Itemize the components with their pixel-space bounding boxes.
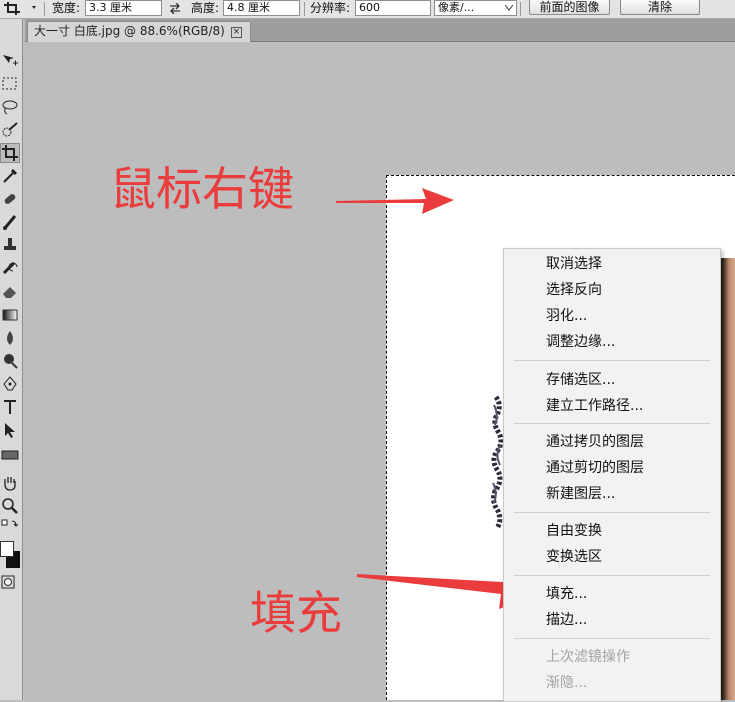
resolution-input[interactable]: 600 xyxy=(355,0,431,16)
width-input[interactable]: 3.3 厘米 xyxy=(85,0,162,16)
menu-item-stroke[interactable]: 描边... xyxy=(546,609,587,631)
marquee-tool[interactable] xyxy=(1,75,19,93)
type-icon xyxy=(4,400,16,414)
foreground-color-swatch[interactable] xyxy=(0,541,14,557)
menu-separator xyxy=(514,423,710,424)
crop-icon xyxy=(4,2,36,15)
default-colors-toggle[interactable] xyxy=(1,519,19,537)
document-tab-title: 大一寸 白底.jpg @ 88.6%(RGB/8) xyxy=(34,24,225,38)
height-input[interactable]: 4.8 厘米 xyxy=(223,0,300,16)
gradient-tool[interactable] xyxy=(1,306,19,324)
lasso-tool[interactable] xyxy=(1,98,19,116)
pen-tool[interactable] xyxy=(1,375,19,393)
menu-item-transform-selection[interactable]: 变换选区 xyxy=(546,546,602,568)
history-brush-tool[interactable] xyxy=(1,259,19,277)
menu-item-feather[interactable]: 羽化... xyxy=(546,305,587,327)
menu-item-layer-via-copy[interactable]: 通过拷贝的图层 xyxy=(546,431,644,453)
hand-tool[interactable] xyxy=(1,474,19,492)
healing-brush-tool[interactable] xyxy=(1,190,19,208)
healing-brush-icon xyxy=(4,194,16,204)
annotation-fill: 填充 xyxy=(250,586,342,640)
gradient-icon xyxy=(2,309,18,321)
eraser-icon xyxy=(3,287,16,298)
document-tab[interactable]: 大一寸 白底.jpg @ 88.6%(RGB/8) × xyxy=(27,21,251,42)
toolbox xyxy=(0,19,23,700)
quick-select-icon xyxy=(2,122,18,137)
menu-separator xyxy=(514,575,710,576)
menu-separator xyxy=(514,638,710,639)
context-menu: 取消选择 选择反向 羽化... 调整边缘... 存储选区... 建立工作路径..… xyxy=(503,248,721,702)
menu-separator xyxy=(514,360,710,361)
hand-icon xyxy=(4,477,16,491)
menu-item-free-transform[interactable]: 自由变换 xyxy=(546,520,602,542)
menu-item-fade: 渐隐... xyxy=(546,675,588,691)
menu-item-last-filter: 上次滤镜操作 xyxy=(546,649,630,665)
path-selection-tool[interactable] xyxy=(1,421,19,439)
document-tab-bar: 大一寸 白底.jpg @ 88.6%(RGB/8) × xyxy=(25,19,735,42)
divider xyxy=(520,2,521,16)
resolution-unit-select[interactable]: 像素/... xyxy=(434,0,517,16)
swap-colors-icon xyxy=(1,519,19,527)
clone-stamp-tool[interactable] xyxy=(1,236,19,254)
height-label: 高度: xyxy=(191,1,220,15)
clear-button[interactable]: 清除 xyxy=(620,0,700,15)
zoom-icon xyxy=(2,498,18,514)
eyedropper-icon xyxy=(3,168,18,183)
quick-select-tool[interactable] xyxy=(1,121,19,139)
crop-tool-preset-picker[interactable] xyxy=(2,0,42,17)
dodge-icon xyxy=(4,354,18,369)
blur-icon xyxy=(7,331,13,345)
menu-item-save-selection[interactable]: 存储选区... xyxy=(546,369,615,391)
marquee-icon xyxy=(2,77,17,90)
front-image-button[interactable]: 前面的图像 xyxy=(529,0,610,15)
menu-item-new-layer[interactable]: 新建图层... xyxy=(546,483,615,505)
blur-tool[interactable] xyxy=(1,329,19,347)
menu-item-make-work-path[interactable]: 建立工作路径... xyxy=(546,395,643,417)
resolution-unit-value: 像素/... xyxy=(438,1,475,14)
options-bar: 宽度: 3.3 厘米 高度: 4.8 厘米 分辨率: 600 像素/... 前面… xyxy=(0,0,735,19)
clone-stamp-icon xyxy=(4,238,16,250)
shape-icon xyxy=(1,450,19,460)
menu-item-refine-edge[interactable]: 调整边缘... xyxy=(546,331,615,353)
menu-item-layer-via-cut[interactable]: 通过剪切的图层 xyxy=(546,457,644,479)
width-label: 宽度: xyxy=(52,1,81,15)
annotation-right-click: 鼠标右键 xyxy=(110,162,294,216)
chevron-down-icon xyxy=(505,5,513,11)
menu-item-select-inverse[interactable]: 选择反向 xyxy=(546,279,602,301)
brush-icon xyxy=(3,215,17,230)
menu-item-fill[interactable]: 填充... xyxy=(546,583,587,605)
eyedropper-tool[interactable] xyxy=(1,167,19,185)
menu-item-deselect[interactable]: 取消选择 xyxy=(546,253,602,275)
divider xyxy=(44,2,45,16)
dodge-tool[interactable] xyxy=(1,352,19,370)
pen-icon xyxy=(3,376,17,391)
swap-icon[interactable] xyxy=(169,3,181,14)
divider xyxy=(304,2,305,16)
quick-mask-icon xyxy=(1,575,15,589)
crop-tool[interactable] xyxy=(0,143,20,163)
type-tool[interactable] xyxy=(1,398,19,416)
eraser-tool[interactable] xyxy=(1,282,19,300)
shape-tool[interactable] xyxy=(1,446,19,464)
menu-separator xyxy=(514,512,710,513)
path-select-icon xyxy=(5,423,15,438)
resolution-label: 分辨率: xyxy=(310,1,351,15)
move-tool[interactable] xyxy=(1,52,19,70)
move-icon xyxy=(3,55,18,66)
lasso-icon xyxy=(2,100,18,115)
crop-icon xyxy=(2,145,18,161)
history-brush-icon xyxy=(2,261,18,275)
close-icon[interactable]: × xyxy=(230,27,242,38)
quick-mask-toggle[interactable] xyxy=(1,575,19,589)
zoom-tool[interactable] xyxy=(1,497,19,515)
brush-tool[interactable] xyxy=(1,213,19,231)
annotation-arrow-right-click xyxy=(336,188,454,214)
